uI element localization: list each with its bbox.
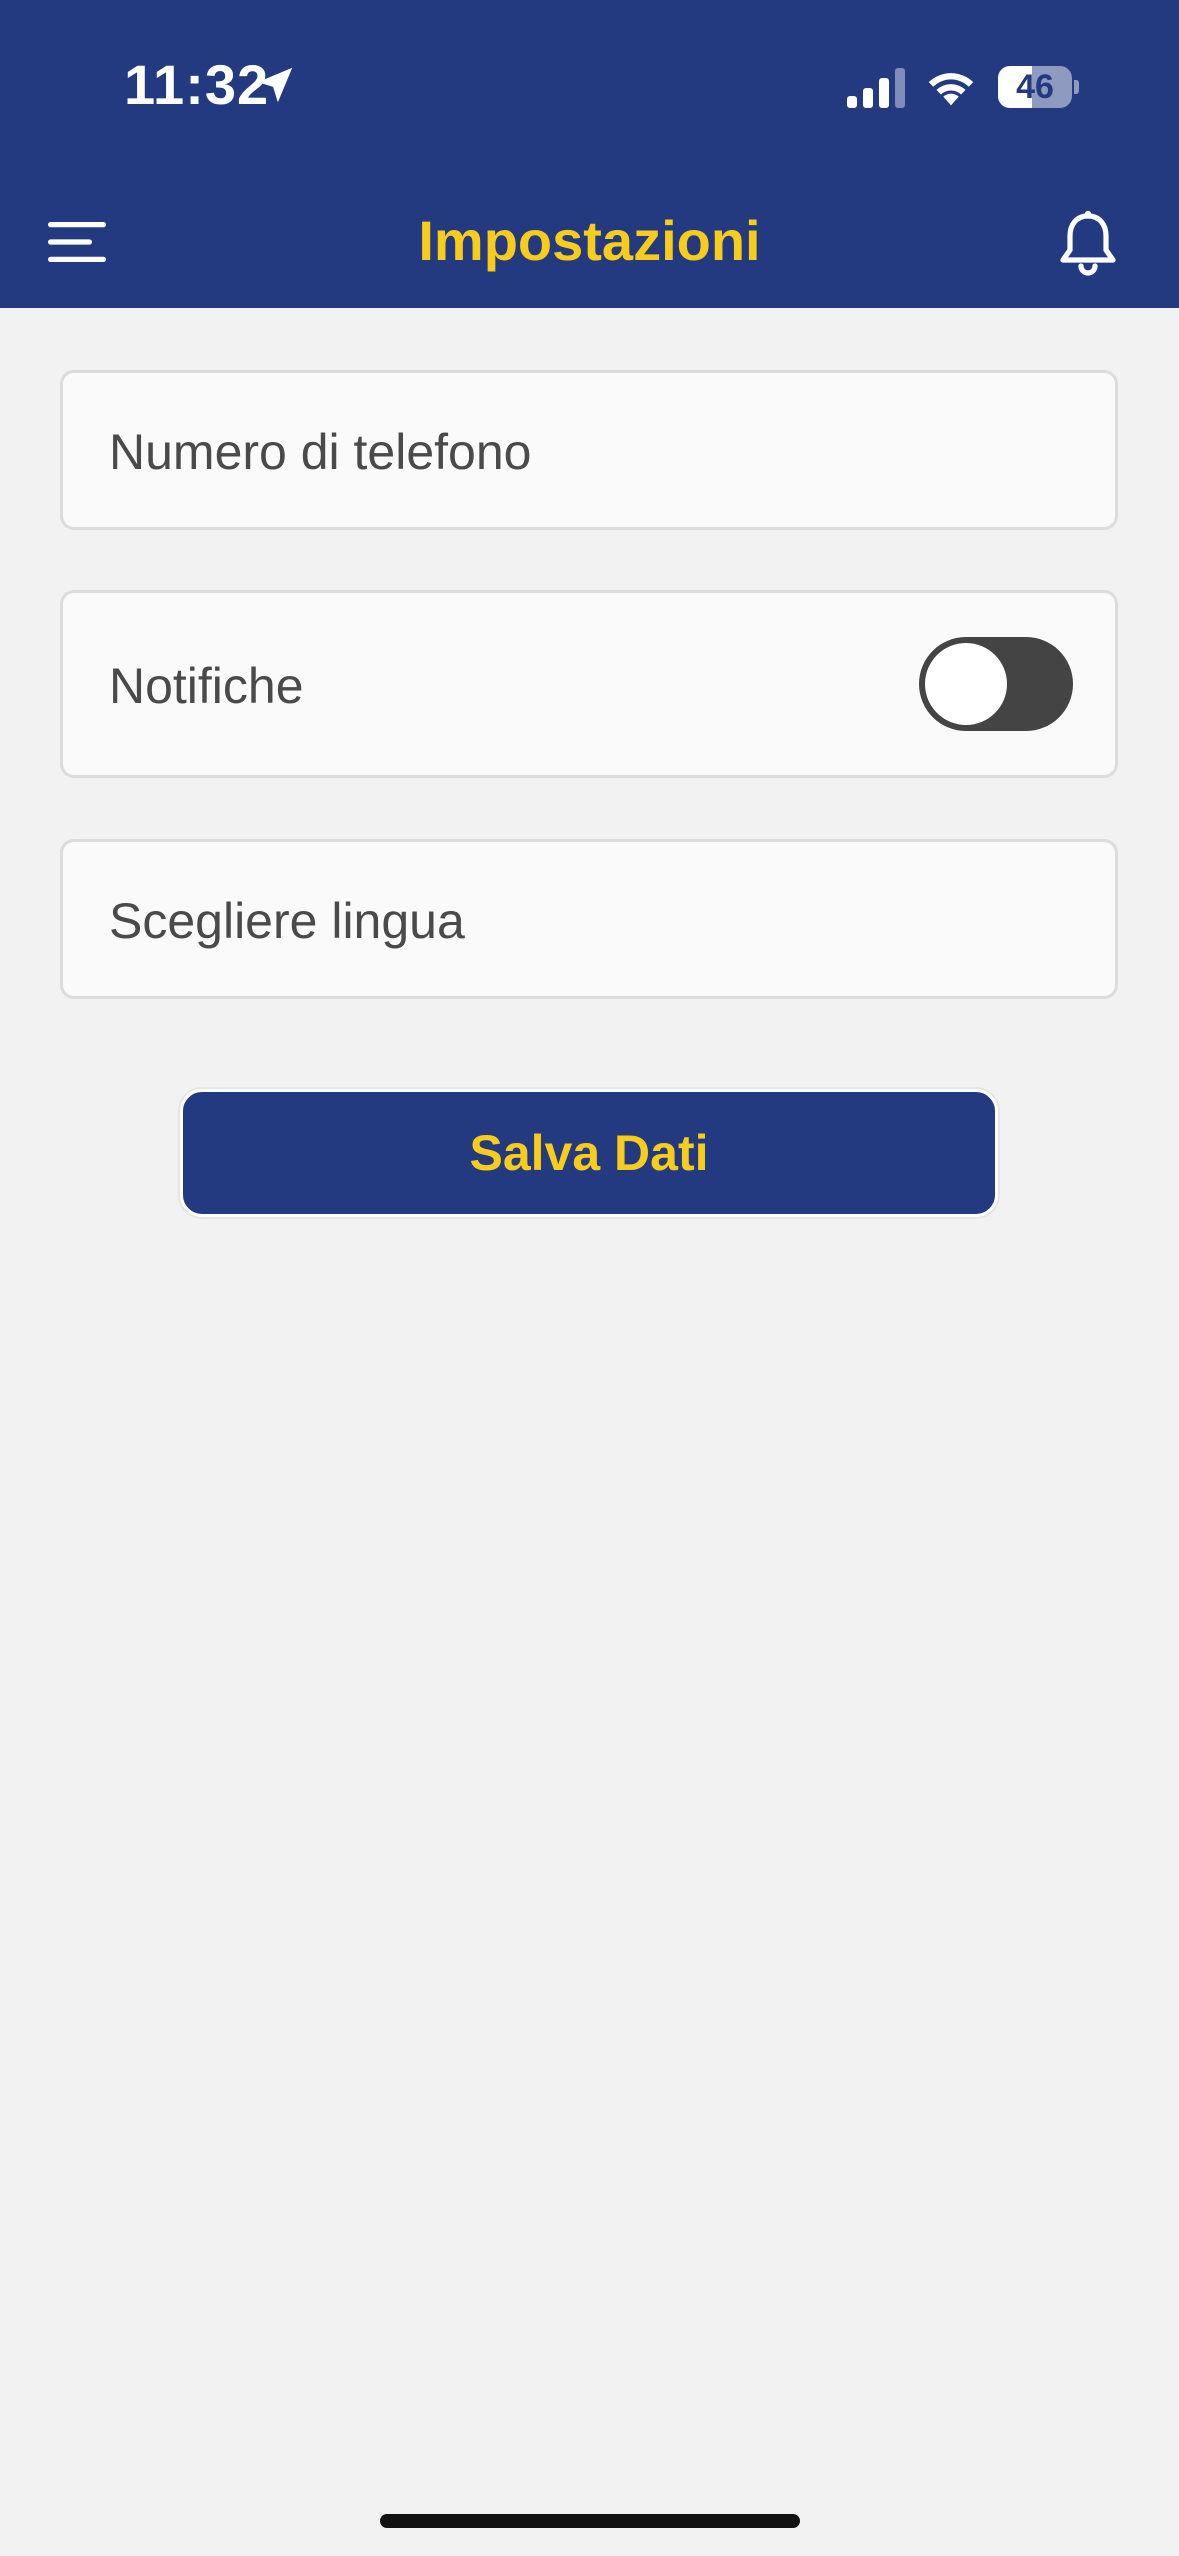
battery-body: 46 (998, 66, 1072, 108)
battery-cap (1074, 80, 1079, 94)
page-title: Impostazioni (418, 209, 761, 272)
location-arrow-icon (257, 67, 293, 103)
notifications-row: Notifiche (60, 590, 1118, 778)
app-header: 11:32 46 Impostazioni (0, 0, 1179, 308)
language-placeholder: Scegliere lingua (109, 893, 465, 949)
notifications-label: Notifiche (109, 658, 304, 714)
signal-icon (847, 68, 905, 108)
save-button[interactable]: Salva Dati (180, 1089, 998, 1217)
language-select[interactable]: Scegliere lingua (60, 839, 1118, 999)
home-indicator[interactable] (380, 2514, 800, 2528)
settings-screen: 11:32 46 Impostazioni Numero di telefono… (0, 0, 1179, 2556)
bell-icon[interactable] (1056, 210, 1120, 278)
phone-number-placeholder: Numero di telefono (109, 424, 532, 480)
toggle-knob (925, 643, 1007, 725)
phone-number-field[interactable]: Numero di telefono (60, 370, 1118, 530)
status-time: 11:32 (124, 53, 270, 116)
battery-icon: 46 (998, 66, 1079, 108)
battery-level: 46 (1016, 68, 1054, 106)
wifi-icon (928, 73, 974, 106)
notifications-toggle[interactable] (919, 637, 1073, 731)
